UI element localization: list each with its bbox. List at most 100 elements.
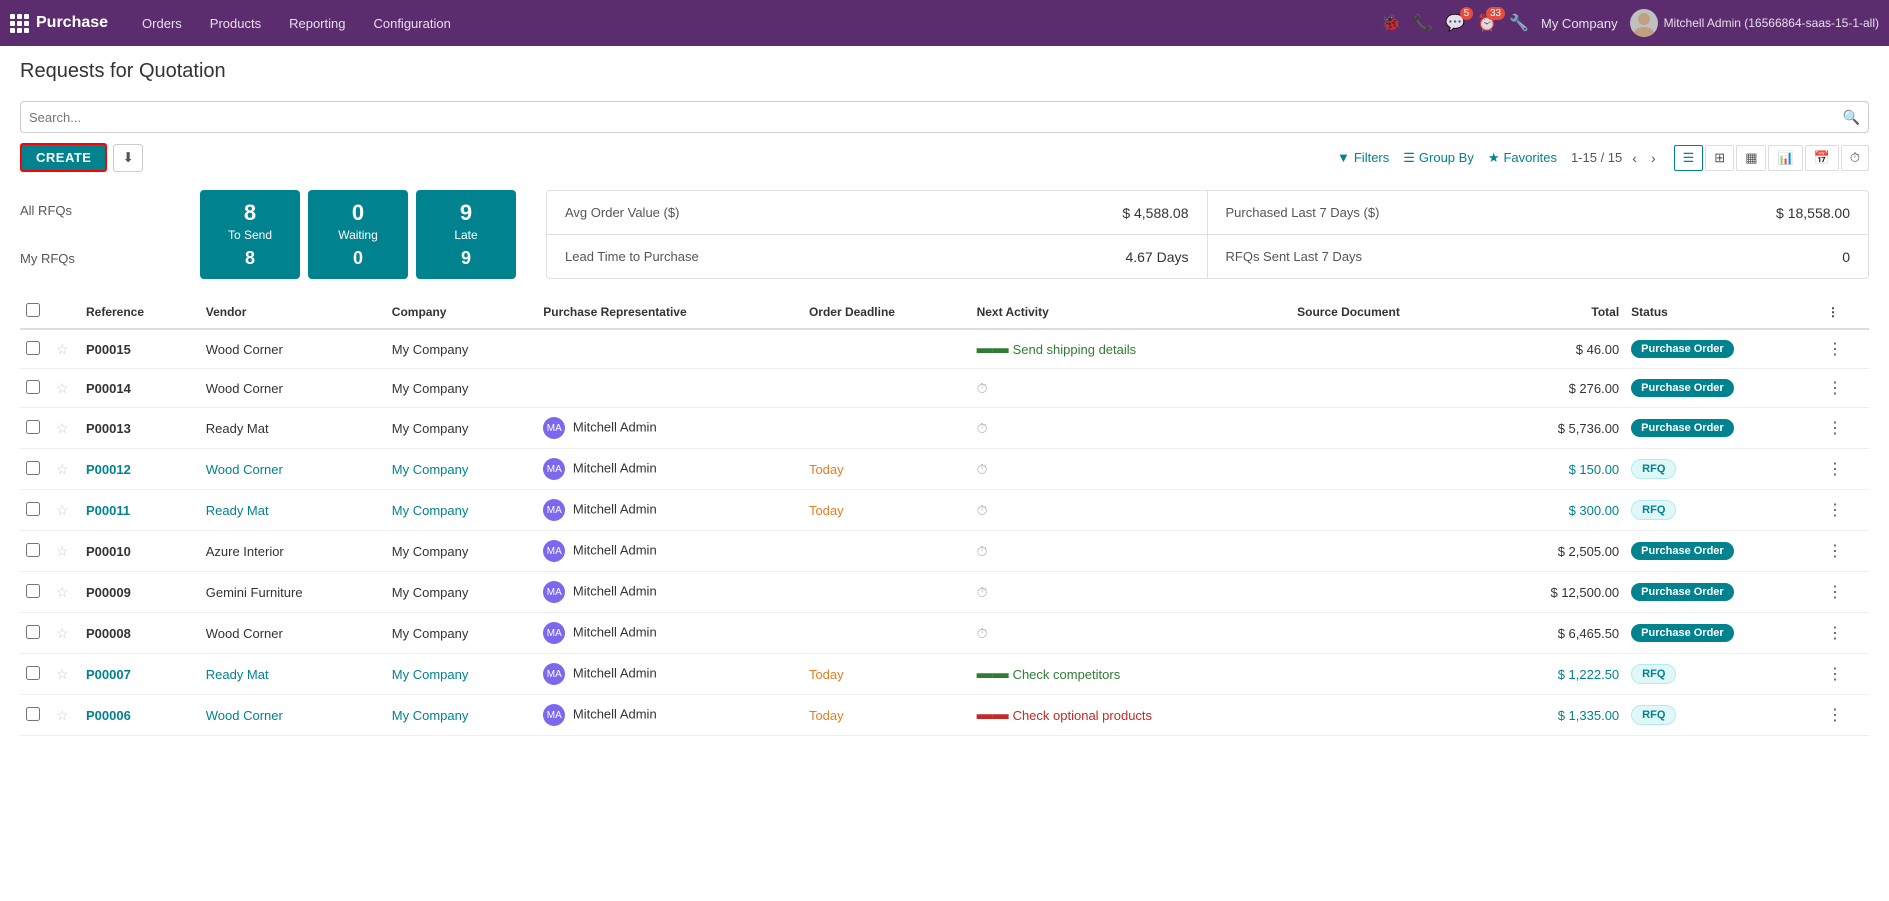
row-star-icon[interactable]: ☆ xyxy=(56,461,69,477)
row-star-icon[interactable]: ☆ xyxy=(56,420,69,436)
row-checkbox[interactable] xyxy=(26,380,40,394)
row-checkbox[interactable] xyxy=(26,420,40,434)
activity-icon[interactable]: ⏰ 33 xyxy=(1477,13,1497,33)
row-star-icon[interactable]: ☆ xyxy=(56,707,69,723)
select-all-checkbox[interactable] xyxy=(26,303,40,317)
create-button[interactable]: CREATE xyxy=(20,143,107,172)
search-input[interactable] xyxy=(29,110,1843,125)
reference-link[interactable]: P00012 xyxy=(86,462,131,477)
company-link[interactable]: My Company xyxy=(392,708,469,723)
waiting-card[interactable]: 0 Waiting 0 xyxy=(308,190,408,279)
col-source[interactable]: Source Document xyxy=(1291,295,1487,329)
row-checkbox[interactable] xyxy=(26,625,40,639)
col-activity[interactable]: Next Activity xyxy=(971,295,1292,329)
row-star-icon[interactable]: ☆ xyxy=(56,543,69,559)
list-view-button[interactable]: ☰ xyxy=(1674,145,1704,171)
row-source-cell xyxy=(1291,369,1487,408)
vendor-name: Ready Mat xyxy=(206,421,269,436)
row-more-cell[interactable]: ⋮ xyxy=(1821,531,1869,572)
menu-orders[interactable]: Orders xyxy=(128,0,196,46)
menu-reporting[interactable]: Reporting xyxy=(275,0,359,46)
row-star-icon[interactable]: ☆ xyxy=(56,380,69,396)
col-vendor[interactable]: Vendor xyxy=(200,295,386,329)
filters-button[interactable]: ▼ Filters xyxy=(1337,150,1389,165)
row-star-icon[interactable]: ☆ xyxy=(56,341,69,357)
col-deadline[interactable]: Order Deadline xyxy=(803,295,971,329)
menu-products[interactable]: Products xyxy=(196,0,275,46)
row-more-cell[interactable]: ⋮ xyxy=(1821,408,1869,449)
col-more[interactable]: ⋮ xyxy=(1821,295,1869,329)
vendor-link[interactable]: Wood Corner xyxy=(206,708,283,723)
row-star-icon[interactable]: ☆ xyxy=(56,584,69,600)
company-link[interactable]: My Company xyxy=(392,503,469,518)
row-vendor-cell: Gemini Furniture xyxy=(200,572,386,613)
col-status[interactable]: Status xyxy=(1625,295,1821,329)
company-name[interactable]: My Company xyxy=(1541,16,1618,31)
col-rep[interactable]: Purchase Representative xyxy=(537,295,803,329)
menu-configuration[interactable]: Configuration xyxy=(359,0,464,46)
app-brand[interactable]: Purchase xyxy=(36,14,108,32)
row-checkbox-cell xyxy=(20,369,50,408)
app-grid-icon[interactable] xyxy=(10,14,28,33)
activity-view-button[interactable]: ⏱ xyxy=(1841,145,1869,171)
total-value: $ 300.00 xyxy=(1569,503,1620,518)
row-more-cell[interactable]: ⋮ xyxy=(1821,613,1869,654)
total-value: $ 12,500.00 xyxy=(1550,585,1619,600)
row-checkbox-cell xyxy=(20,654,50,695)
col-company[interactable]: Company xyxy=(386,295,537,329)
top-menu: Orders Products Reporting Configuration xyxy=(128,0,465,46)
row-star-icon[interactable]: ☆ xyxy=(56,666,69,682)
row-more-cell[interactable]: ⋮ xyxy=(1821,695,1869,736)
row-more-cell[interactable]: ⋮ xyxy=(1821,572,1869,613)
vendor-link[interactable]: Ready Mat xyxy=(206,667,269,682)
vendor-link[interactable]: Wood Corner xyxy=(206,462,283,477)
row-more-cell[interactable]: ⋮ xyxy=(1821,654,1869,695)
main-content: Requests for Quotation 🔍 CREATE ⬇ ▼ Filt… xyxy=(0,46,1889,901)
reference-link[interactable]: P00007 xyxy=(86,667,131,682)
stats-section: All RFQs My RFQs 8 To Send 8 0 Waiting 0… xyxy=(0,180,1889,295)
col-reference[interactable]: Reference xyxy=(80,295,200,329)
rep-avatar: MA xyxy=(543,499,565,521)
prev-page-button[interactable]: ‹ xyxy=(1628,148,1641,168)
phone-icon[interactable]: 📞 xyxy=(1413,13,1433,33)
row-checkbox[interactable] xyxy=(26,502,40,516)
total-value: $ 1,222.50 xyxy=(1558,667,1619,682)
download-button[interactable]: ⬇ xyxy=(113,144,142,172)
row-more-cell[interactable]: ⋮ xyxy=(1821,329,1869,369)
reference-link[interactable]: P00006 xyxy=(86,708,131,723)
calendar-view-button[interactable]: 📅 xyxy=(1805,145,1839,171)
row-checkbox[interactable] xyxy=(26,666,40,680)
row-star-icon[interactable]: ☆ xyxy=(56,625,69,641)
col-checkbox xyxy=(20,295,50,329)
chat-icon[interactable]: 💬 5 xyxy=(1445,13,1465,33)
company-link[interactable]: My Company xyxy=(392,462,469,477)
row-more-cell[interactable]: ⋮ xyxy=(1821,490,1869,531)
user-menu[interactable]: Mitchell Admin (16566864-saas-15-1-all) xyxy=(1630,9,1879,37)
kanban-view-button[interactable]: ⊞ xyxy=(1705,145,1734,171)
row-checkbox[interactable] xyxy=(26,707,40,721)
row-checkbox[interactable] xyxy=(26,543,40,557)
bug-icon[interactable]: 🐞 xyxy=(1381,13,1401,33)
row-rep-cell: MA Mitchell Admin xyxy=(537,613,803,654)
row-checkbox[interactable] xyxy=(26,341,40,355)
next-page-button[interactable]: › xyxy=(1647,148,1660,168)
row-more-cell[interactable]: ⋮ xyxy=(1821,369,1869,408)
row-star-icon[interactable]: ☆ xyxy=(56,502,69,518)
row-checkbox[interactable] xyxy=(26,461,40,475)
row-deadline-cell: Today xyxy=(803,449,971,490)
company-link[interactable]: My Company xyxy=(392,667,469,682)
row-more-cell[interactable]: ⋮ xyxy=(1821,449,1869,490)
col-total[interactable]: Total xyxy=(1487,295,1625,329)
late-card[interactable]: 9 Late 9 xyxy=(416,190,516,279)
vendor-link[interactable]: Ready Mat xyxy=(206,503,269,518)
chart-view-button[interactable]: 📊 xyxy=(1768,145,1802,171)
row-checkbox[interactable] xyxy=(26,584,40,598)
reference-link[interactable]: P00011 xyxy=(86,503,130,518)
settings-icon[interactable]: 🔧 xyxy=(1509,13,1529,33)
row-checkbox-cell xyxy=(20,613,50,654)
groupby-button[interactable]: ☰ Group By xyxy=(1403,150,1474,166)
rfq-table: Reference Vendor Company Purchase Repres… xyxy=(20,295,1869,736)
favorites-button[interactable]: ★ Favorites xyxy=(1488,150,1557,166)
grid-view-button[interactable]: ▦ xyxy=(1736,145,1766,171)
to-send-card[interactable]: 8 To Send 8 xyxy=(200,190,300,279)
